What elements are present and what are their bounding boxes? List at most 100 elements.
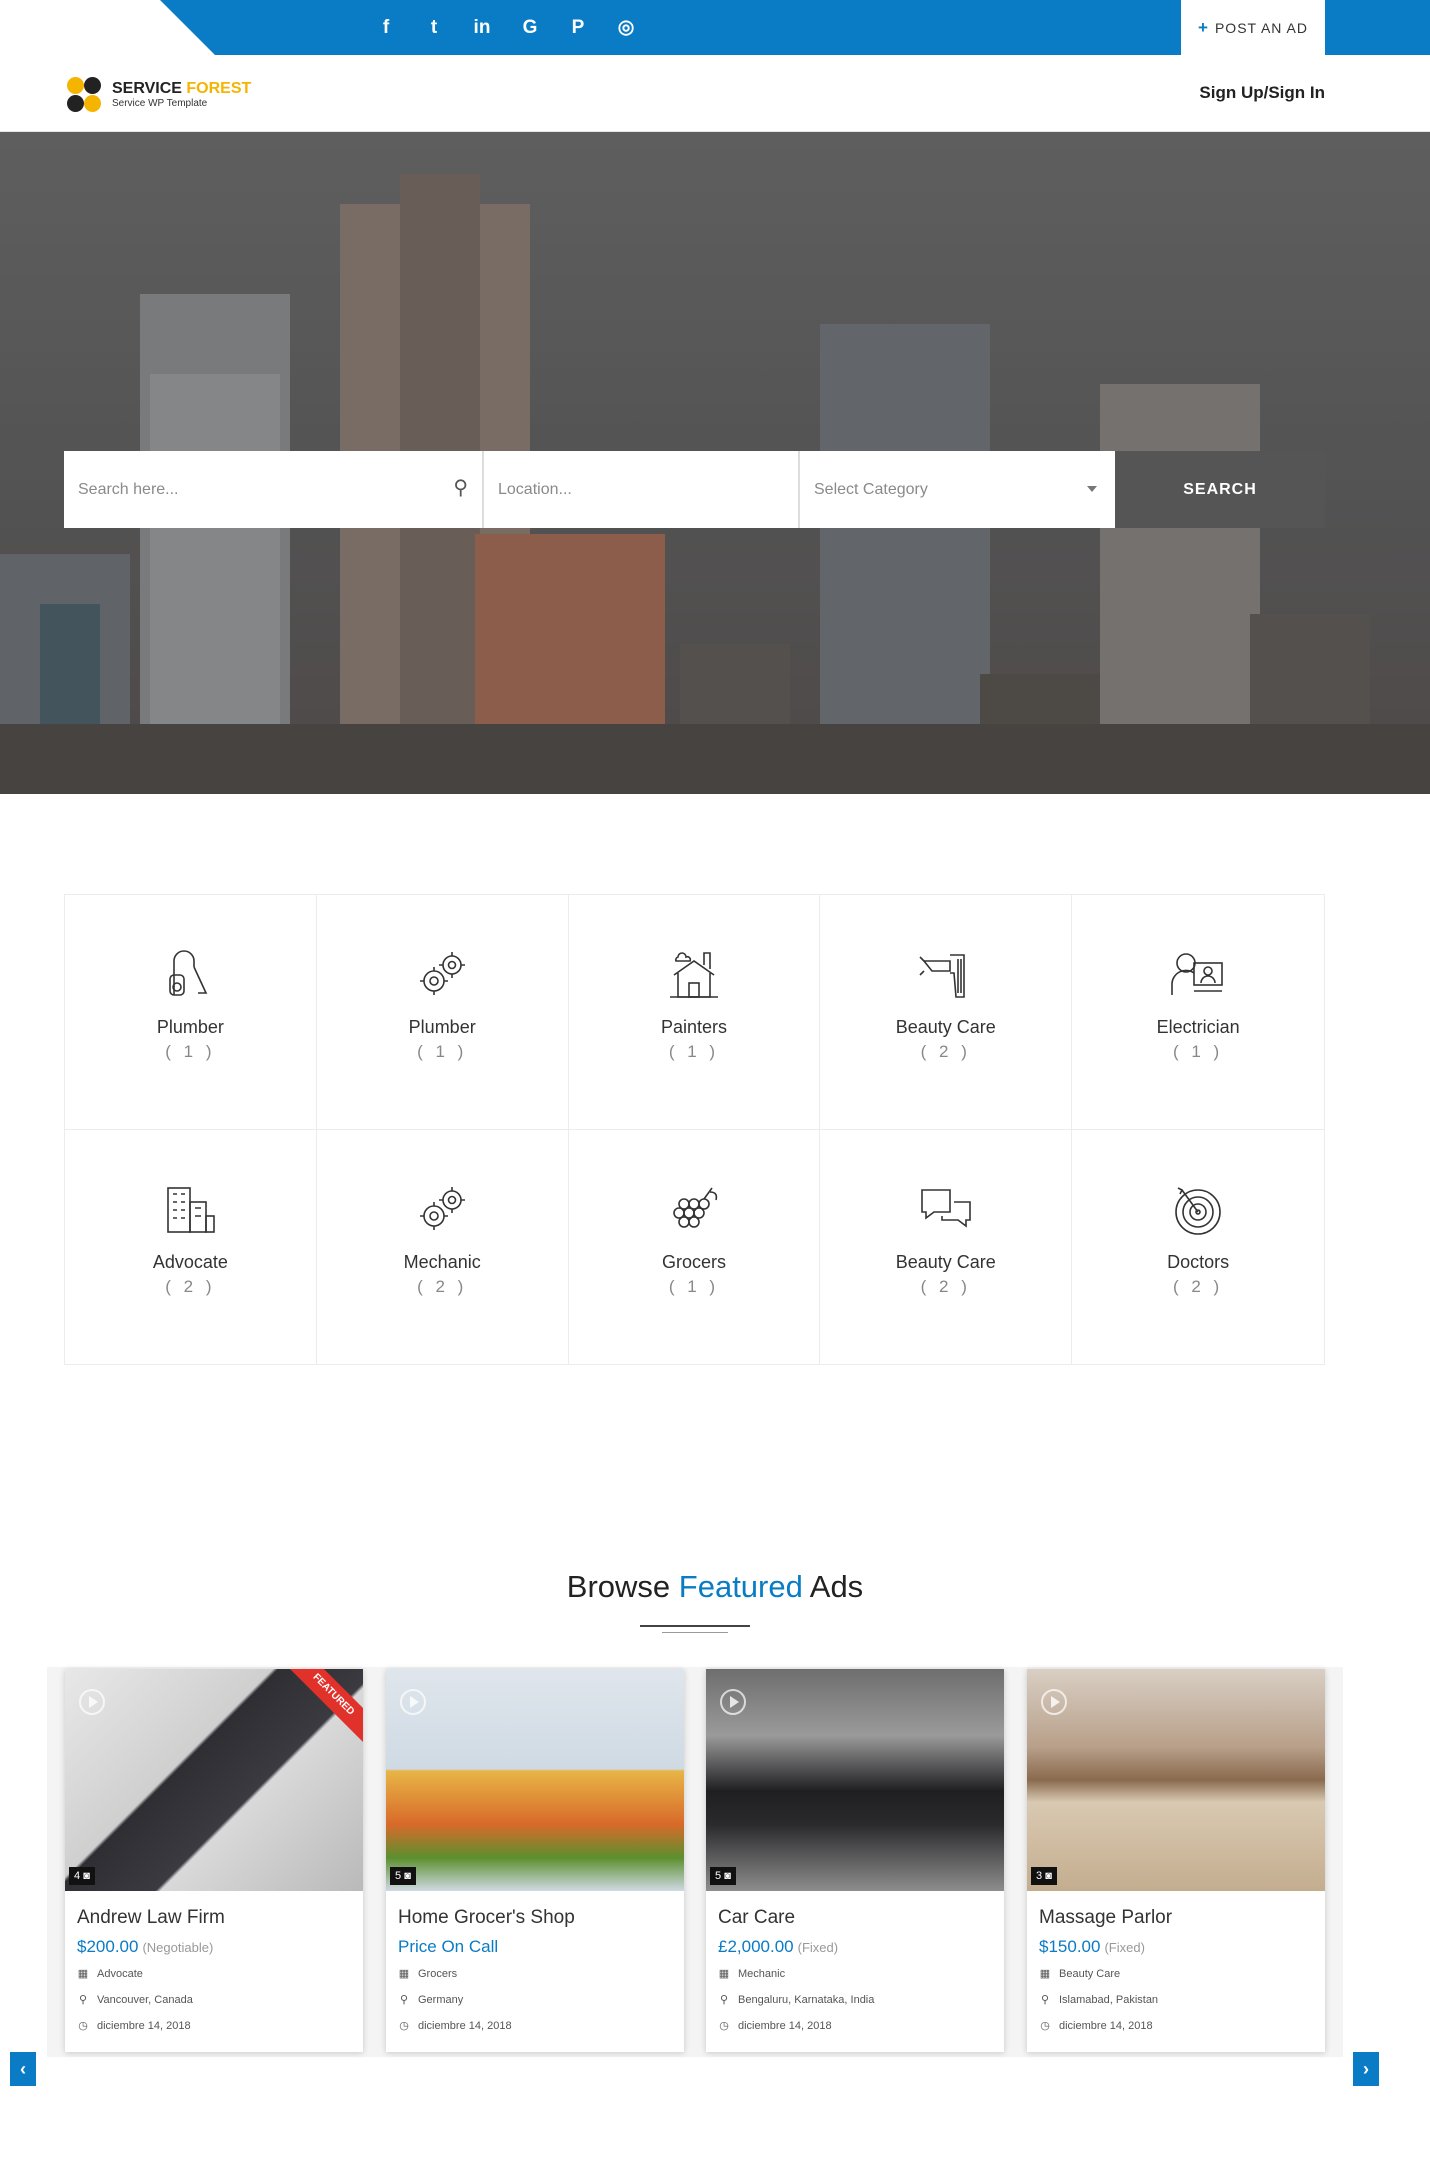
section-title: Browse Featured Ads — [0, 1569, 1430, 1605]
ad-price-note: (Negotiable) — [142, 1940, 214, 1955]
logo-title-part1: SERVICE — [112, 80, 187, 97]
location-pin-icon: ⚲ — [719, 1994, 729, 2006]
play-icon[interactable] — [720, 1689, 746, 1715]
category-count: ( 2 ) — [920, 1042, 971, 1061]
ad-image[interactable]: FEATURED 4 ◙ — [65, 1669, 363, 1891]
ad-category[interactable]: Mechanic — [738, 1967, 785, 1981]
ad-category[interactable]: Grocers — [418, 1967, 457, 1981]
search-bar: Search here... ⚲ Location... Select Cate… — [64, 451, 1325, 528]
ad-image[interactable]: 3 ◙ — [1027, 1669, 1325, 1891]
clock-icon: ◷ — [399, 2020, 409, 2032]
twitter-icon[interactable]: t — [423, 0, 445, 55]
category-count: ( 1 ) — [1172, 1042, 1224, 1061]
category-card[interactable]: Advocate ( 2 ) — [65, 1129, 317, 1364]
category-icon: ▦ — [1039, 1968, 1051, 1980]
camera-icon: ◙ — [724, 1870, 731, 1882]
linkedin-icon[interactable]: in — [471, 0, 493, 55]
pinterest-icon[interactable]: P — [567, 0, 589, 55]
clock-icon: ◷ — [719, 2020, 729, 2032]
category-card[interactable]: Electrician ( 1 ) — [1072, 895, 1324, 1130]
house-icon — [669, 952, 718, 998]
ad-image[interactable]: 5 ◙ — [386, 1669, 684, 1891]
location-pin-icon: ⚲ — [1040, 1994, 1050, 2006]
location-input[interactable]: Location... — [484, 451, 800, 528]
ad-title[interactable]: Andrew Law Firm — [77, 1907, 351, 1929]
ad-price: $150.00 (Fixed) — [1039, 1937, 1313, 1957]
category-card[interactable]: Mechanic ( 2 ) — [317, 1129, 569, 1364]
ad-card[interactable]: 5 ◙ Car Care £2,000.00 (Fixed) ▦ Mechanic … — [706, 1669, 1004, 2052]
search-icon[interactable]: ⚲ — [453, 475, 468, 500]
category-count: ( 1 ) — [165, 1042, 216, 1061]
buildings-icon — [167, 1186, 216, 1233]
ad-title[interactable]: Massage Parlor — [1039, 1907, 1313, 1929]
ad-price-value: $150.00 — [1039, 1937, 1101, 1956]
ad-title[interactable]: Home Grocer's Shop — [398, 1907, 672, 1929]
social-links: f t in G P ◎ — [375, 0, 637, 55]
ad-card[interactable]: 3 ◙ Massage Parlor $150.00 (Fixed) ▦ Beaut… — [1027, 1669, 1325, 2052]
location-pin-icon: ⚲ — [78, 1994, 88, 2006]
clock-icon: ◷ — [78, 2020, 88, 2032]
search-button[interactable]: SEARCH — [1115, 451, 1325, 528]
category-card[interactable]: Beauty Care ( 2 ) — [820, 1129, 1073, 1364]
category-name: Plumber — [156, 1017, 224, 1037]
category-card[interactable]: Plumber ( 1 ) — [65, 895, 317, 1130]
photo-count-badge: 5 ◙ — [710, 1867, 736, 1885]
ad-location: Vancouver, Canada — [97, 1994, 193, 2006]
featured-ribbon: FEATURED — [282, 1669, 363, 1746]
ad-price: £2,000.00 (Fixed) — [718, 1937, 992, 1957]
category-card[interactable]: Grocers ( 1 ) — [569, 1129, 821, 1364]
chat-bubbles-icon — [920, 1188, 971, 1228]
category-card[interactable]: Painters ( 1 ) — [568, 895, 821, 1130]
ad-date: diciembre 14, 2018 — [1059, 2020, 1153, 2032]
category-select-value: Select Category — [814, 480, 928, 498]
ad-price-note: (Fixed) — [1104, 1940, 1145, 1955]
signin-link[interactable]: Sign Up/Sign In — [1199, 83, 1325, 103]
title-divider-secondary — [662, 1632, 728, 1633]
grapes-icon — [673, 1187, 718, 1228]
category-icon: ▦ — [398, 1968, 410, 1980]
camera-icon: ◙ — [1045, 1870, 1052, 1882]
category-select[interactable]: Select Category — [800, 451, 1115, 528]
ad-card[interactable]: FEATURED 4 ◙ Andrew Law Firm $200.00 (Neg… — [65, 1669, 363, 2052]
post-ad-button[interactable]: + POST AN AD — [1181, 0, 1325, 55]
ad-price-value: $200.00 — [77, 1937, 139, 1956]
play-icon[interactable] — [400, 1689, 426, 1715]
vacuum-icon — [169, 950, 208, 996]
play-icon[interactable] — [79, 1689, 105, 1715]
ad-price: Price On Call — [398, 1937, 672, 1957]
google-icon[interactable]: G — [519, 0, 541, 55]
category-name: Mechanic — [403, 1251, 481, 1272]
logo-subtitle: Service WP Template — [112, 98, 208, 109]
photo-count-badge: 3 ◙ — [1031, 1867, 1057, 1885]
search-input[interactable]: Search here... ⚲ — [64, 451, 484, 528]
category-count: ( 2 ) — [1172, 1276, 1224, 1296]
facebook-icon[interactable]: f — [375, 0, 397, 55]
site-logo[interactable]: SERVICE FOREST Service WP Template — [64, 75, 251, 115]
ad-title[interactable]: Car Care — [718, 1907, 992, 1929]
category-card[interactable]: Doctors ( 2 ) — [1072, 1130, 1324, 1365]
category-card[interactable]: Beauty Care ( 2 ) — [820, 895, 1073, 1130]
category-name: Plumber — [408, 1017, 476, 1037]
location-input-placeholder: Location... — [498, 480, 572, 498]
carousel-next-button[interactable]: › — [1353, 2052, 1379, 2086]
play-icon[interactable] — [1041, 1689, 1067, 1715]
ad-category[interactable]: Beauty Care — [1059, 1967, 1120, 1981]
ad-date: diciembre 14, 2018 — [418, 2020, 512, 2032]
gears-icon — [420, 1186, 466, 1230]
ad-image[interactable]: 5 ◙ — [706, 1669, 1004, 1891]
category-icon: ▦ — [77, 1968, 89, 1980]
carousel-prev-button[interactable]: ‹ — [10, 2052, 36, 2086]
top-bar: f t in G P ◎ + POST AN AD — [0, 0, 1430, 55]
ad-category[interactable]: Advocate — [97, 1967, 143, 1981]
category-card[interactable]: Plumber ( 1 ) — [316, 895, 569, 1130]
category-count: ( 1 ) — [668, 1042, 720, 1061]
category-grid: Plumber ( 1 ) Plumber ( 1 ) Painters ( 1… — [64, 894, 1325, 1365]
site-header: SERVICE FOREST Service WP Template Sign … — [0, 55, 1430, 132]
paint-gun-icon — [919, 954, 965, 998]
category-name: Advocate — [152, 1251, 228, 1272]
instagram-icon[interactable]: ◎ — [615, 0, 637, 55]
photo-count: 5 — [395, 1870, 402, 1882]
category-name: Doctors — [1167, 1251, 1230, 1272]
ad-card[interactable]: 5 ◙ Home Grocer's Shop Price On Call ▦ Gr… — [386, 1669, 684, 2052]
category-name: Beauty Care — [895, 1017, 996, 1037]
